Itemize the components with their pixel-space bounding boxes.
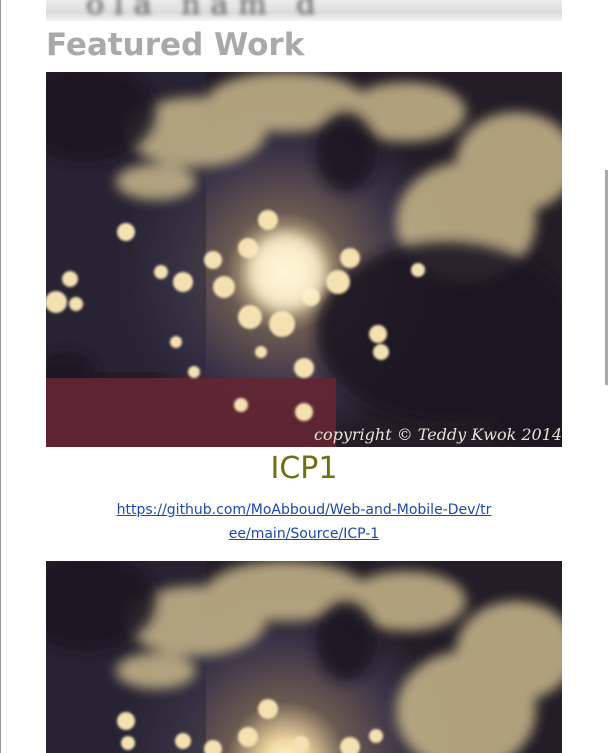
featured-work-heading: Featured Work: [46, 27, 305, 63]
header-image: ola nam d: [46, 0, 562, 21]
project-image: [46, 561, 562, 753]
project-image: copyright © Teddy Kwok 2014: [46, 72, 562, 447]
project-link[interactable]: https://github.com/MoAbboud/Web-and-Mobi…: [114, 498, 494, 546]
project-title: ICP1: [270, 451, 338, 486]
page-viewport: ola nam d Featured Work copyright © Tedd…: [0, 0, 608, 753]
image-watermark: copyright © Teddy Kwok 2014: [314, 425, 562, 444]
